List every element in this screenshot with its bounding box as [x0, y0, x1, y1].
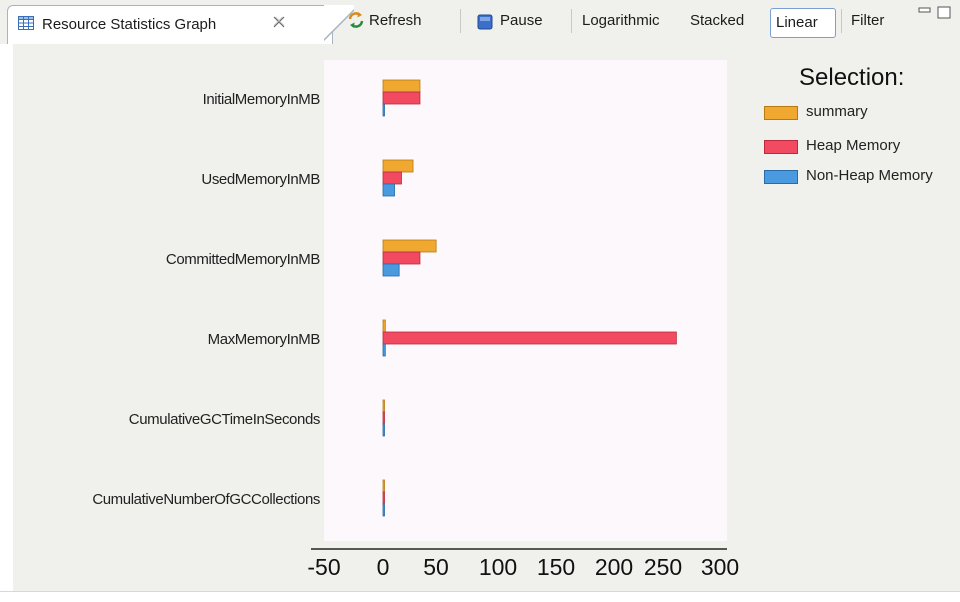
bar-summary-cumulativenumberofgccollections — [382, 479, 385, 493]
bar-summary-maxmemoryinmb — [382, 319, 386, 333]
x-tick-label: 250 — [643, 554, 683, 580]
bar-non-heap-memory-maxmemoryinmb — [382, 343, 386, 357]
bar-non-heap-memory-cumulativegctimeinseconds — [382, 423, 385, 437]
bar-non-heap-memory-cumulativenumberofgccollections — [382, 503, 385, 517]
legend-item-heap-memory[interactable]: Heap Memory — [764, 137, 954, 157]
legend-label: Heap Memory — [806, 137, 901, 154]
bar-non-heap-memory-initialmemoryinmb — [382, 103, 385, 117]
bar-summary-cumulativegctimeinseconds — [382, 399, 385, 413]
x-tick-label: 200 — [594, 554, 634, 580]
bar-heap-memory-maxmemoryinmb — [382, 331, 677, 345]
bar-summary-usedmemoryinmb — [382, 159, 414, 173]
bar-heap-memory-cumulativenumberofgccollections — [382, 491, 385, 505]
window-bottom-edge — [0, 591, 960, 602]
bar-heap-memory-usedmemoryinmb — [382, 171, 402, 185]
x-tick-label: -50 — [307, 554, 341, 580]
legend-item-summary[interactable]: summary — [764, 103, 954, 123]
x-tick-label: 0 — [376, 554, 390, 580]
bar-heap-memory-initialmemoryinmb — [382, 91, 421, 105]
legend-swatch — [764, 170, 798, 184]
legend-label: Non-Heap Memory — [806, 167, 933, 184]
bar-heap-memory-cumulativegctimeinseconds — [382, 411, 385, 425]
x-tick-label: 100 — [478, 554, 518, 580]
x-tick-label: 50 — [423, 554, 449, 580]
legend-label: summary — [806, 103, 868, 120]
bar-summary-committedmemoryinmb — [382, 239, 437, 253]
x-tick-label: 300 — [700, 554, 740, 580]
legend-title: Selection: — [799, 64, 905, 91]
bar-summary-initialmemoryinmb — [382, 79, 421, 93]
legend-swatch — [764, 106, 798, 120]
legend-swatch — [764, 140, 798, 154]
bar-non-heap-memory-usedmemoryinmb — [382, 183, 395, 197]
bar-non-heap-memory-committedmemoryinmb — [382, 263, 400, 277]
legend-item-non-heap-memory[interactable]: Non-Heap Memory — [764, 167, 960, 187]
bar-heap-memory-committedmemoryinmb — [382, 251, 421, 265]
x-tick-label: 150 — [536, 554, 576, 580]
